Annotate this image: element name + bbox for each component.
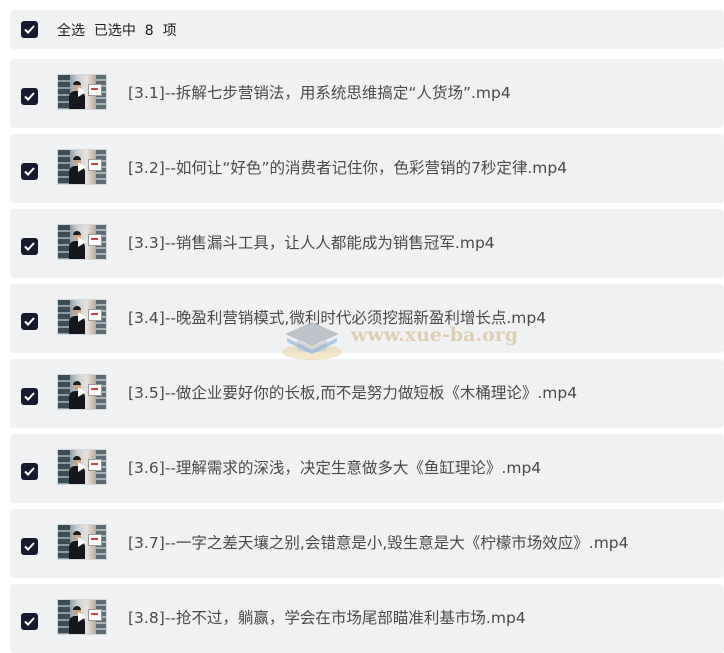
file-row-1[interactable]: [3.1]--拆解七步营销法，用系统思维搞定“人货场”.mp4 xyxy=(10,59,724,128)
video-thumbnail[interactable] xyxy=(57,298,107,335)
video-thumbnail[interactable] xyxy=(57,73,107,110)
video-thumbnail[interactable] xyxy=(57,223,107,260)
check-icon xyxy=(24,242,35,251)
file-name[interactable]: [3.2]--如何让“好色”的消费者记住你，色彩营销的7秒定律.mp4 xyxy=(128,156,567,178)
check-icon xyxy=(24,167,35,176)
check-icon xyxy=(24,317,35,326)
check-icon xyxy=(24,392,35,401)
check-icon xyxy=(24,542,35,551)
file-checkbox[interactable] xyxy=(21,238,38,255)
select-all-bar: 全选 已选中 8 项 xyxy=(10,10,724,49)
file-checkbox[interactable] xyxy=(21,88,38,105)
file-checkbox[interactable] xyxy=(21,388,38,405)
file-checkbox[interactable] xyxy=(21,313,38,330)
video-thumbnail[interactable] xyxy=(57,598,107,635)
file-row-3[interactable]: [3.3]--销售漏斗工具，让人人都能成为销售冠军.mp4 xyxy=(10,209,724,278)
file-checkbox[interactable] xyxy=(21,463,38,480)
play-icon xyxy=(78,236,86,247)
file-row-6[interactable]: [3.6]--理解需求的深浅，决定生意做多大《鱼缸理论》.mp4 xyxy=(10,434,724,503)
select-all-checkbox[interactable] xyxy=(21,21,38,38)
file-name[interactable]: [3.3]--销售漏斗工具，让人人都能成为销售冠军.mp4 xyxy=(128,231,495,253)
video-thumbnail[interactable] xyxy=(57,448,107,485)
file-row-5[interactable]: [3.5]--做企业要好你的长板,而不是努力做短板《木桶理论》.mp4 xyxy=(10,359,724,428)
check-icon xyxy=(24,92,35,101)
file-name[interactable]: [3.5]--做企业要好你的长板,而不是努力做短板《木桶理论》.mp4 xyxy=(128,381,577,403)
file-name[interactable]: [3.1]--拆解七步营销法，用系统思维搞定“人货场”.mp4 xyxy=(128,81,511,103)
file-checkbox[interactable] xyxy=(21,163,38,180)
selection-count-label: 全选 已选中 8 项 xyxy=(57,22,177,39)
check-icon xyxy=(24,467,35,476)
file-row-7[interactable]: [3.7]--一字之差天壤之别,会错意是小,毁生意是大《柠檬市场效应》.mp4 xyxy=(10,509,724,578)
check-icon xyxy=(24,25,35,34)
play-icon xyxy=(78,536,86,547)
video-thumbnail[interactable] xyxy=(57,523,107,560)
check-icon xyxy=(24,617,35,626)
play-icon xyxy=(78,611,86,622)
file-row-4[interactable]: [3.4]--晚盈利营销模式,微利时代必须挖掘新盈利增长点.mp4 xyxy=(10,284,724,353)
file-name[interactable]: [3.7]--一字之差天壤之别,会错意是小,毁生意是大《柠檬市场效应》.mp4 xyxy=(128,531,629,553)
play-icon xyxy=(78,386,86,397)
play-icon xyxy=(78,161,86,172)
file-checkbox[interactable] xyxy=(21,538,38,555)
file-name[interactable]: [3.8]--抢不过，躺赢，学会在市场尾部瞄准利基市场.mp4 xyxy=(128,606,526,628)
video-thumbnail[interactable] xyxy=(57,373,107,410)
play-icon xyxy=(78,86,86,97)
file-checkbox[interactable] xyxy=(21,613,38,630)
file-name[interactable]: [3.4]--晚盈利营销模式,微利时代必须挖掘新盈利增长点.mp4 xyxy=(128,306,546,328)
play-icon xyxy=(78,311,86,322)
video-thumbnail[interactable] xyxy=(57,148,107,185)
file-row-2[interactable]: [3.2]--如何让“好色”的消费者记住你，色彩营销的7秒定律.mp4 xyxy=(10,134,724,203)
file-row-8[interactable]: [3.8]--抢不过，躺赢，学会在市场尾部瞄准利基市场.mp4 xyxy=(10,584,724,653)
play-icon xyxy=(78,461,86,472)
file-name[interactable]: [3.6]--理解需求的深浅，决定生意做多大《鱼缸理论》.mp4 xyxy=(128,456,541,478)
